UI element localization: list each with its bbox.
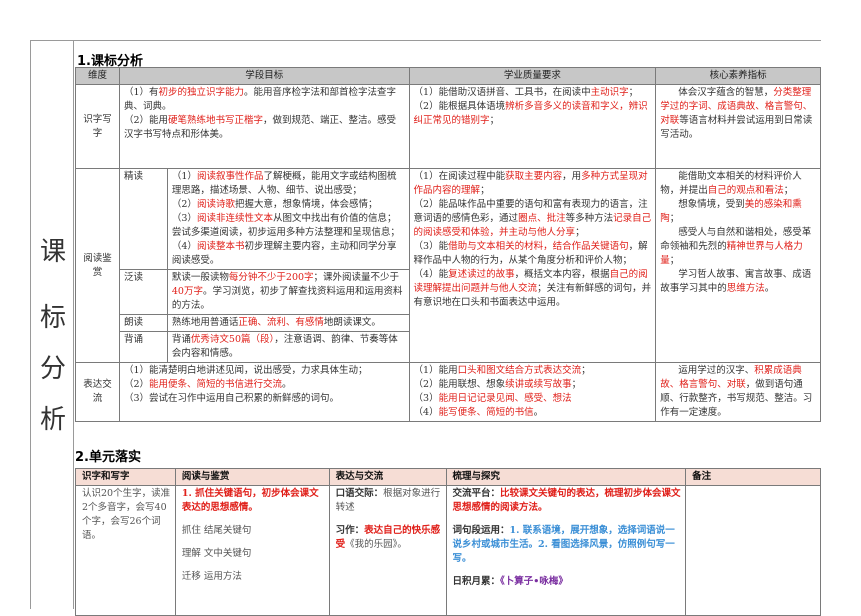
sub-dimension-cell: 朗读 [118,314,168,332]
dimension-cell: 识字写字 [75,84,120,169]
goal-item: （3）尝试在习作中运用自己积累的新鲜感的词句。 [123,393,339,404]
goal-item: （1）有初步的独立识字能力。能用音序检字法和部首检字法查字典、词典。 [123,87,397,112]
side-title-char: 分 [39,354,66,384]
langdu-cell: 熟练地用普通话正确、流利、有感情地朗读课文。 [166,314,410,332]
quality-cell: （1）能借助汉语拼音、工具书，在阅读中主动识字； （2）能根据具体语境辨析多音多… [408,84,657,169]
sub-dimension-cell: 泛读 [118,269,168,315]
header-yuedu: 阅读与鉴赏 [174,468,330,486]
goal-item: （4）阅读整本书初步理解主要内容，主动和同学分享阅读感受。 [171,241,397,266]
yuedu-cell: 1. 抓住关键语句，初步体会课文表达的思想感情。 抓住 结尾关键句 理解 文中关… [174,485,330,616]
xizuo: 习作：表达自己的快乐感受《我的乐园》。 [335,525,441,550]
biaoda-cell: 口语交际：根据对象进行转述 习作：表达自己的快乐感受《我的乐园》。 [328,485,447,616]
shuli-cell: 交流平台：比较课文关键句的表达，梳理初步体会课文思想感情的阅读方法。 词句段运用… [445,485,687,616]
jiaoliu-pingtai: 交流平台：比较课文关键句的表达，梳理初步体会课文思想感情的阅读方法。 [452,488,681,513]
header-dimension: 维度 [75,67,120,85]
header-shuli: 梳理与探究 [445,468,687,486]
core-item: 感受人与自然和谐相处，感受革命领袖和先烈的精神世界与人格力量； [660,227,812,266]
header-beizhu: 备注 [685,468,821,486]
section2-title: 2.单元落实 [75,450,141,465]
dimension-cell: 阅读鉴赏 [75,168,120,363]
quality-item: （1）在阅读过程中能获取主要内容，用多种方式呈现对作品内容的理解； [413,171,648,196]
core-cell: 体会汉字蕴含的智慧，分类整理学过的字词、成语典故、格言警句、对联等语言材料并尝试… [655,84,821,169]
goal-item: （2）能用便条、简短的书信进行交流。 [123,379,292,390]
quality-item: （2）能根据具体语境辨析多音多义的读音和字义，辨识纠正常见的错别字； [413,101,648,126]
side-title-column: 课 标 分 析 [31,41,74,609]
quality-item: （1）能用口头和图文结合方式表达交流； [413,365,591,376]
core-item: 学习哲人故事、寓言故事、成语故事学习其中的思维方法。 [660,269,812,294]
sub-dimension-cell: 背诵 [118,331,168,363]
header-shizi: 识字和写字 [75,468,176,486]
riji-yuelei: 日积月累：《卜算子•咏梅》 [452,576,568,587]
fandu-cell: 默读一般读物每分钟不少于200字；课外阅读量不少于40万字。学习浏览，初步了解查… [166,269,410,315]
goal-item: （3）阅读非连续性文本从图文中找出有价值的信息；尝试多渠道阅读，初步运用多种方法… [171,213,400,238]
core-item: 想象情境，受到美的感染和熏陶； [660,199,802,224]
table-row-biaoda: 表达交流 （1）能清楚明白地讲述见闻，说出感受，力求具体生动； （2）能用便条、… [75,362,821,422]
header-stage-goal: 学段目标 [118,67,410,85]
curriculum-analysis-table: 维度 学段目标 学业质量要求 核心素养指标 识字写字 （1）有初步的独立识字能力… [75,67,821,422]
quality-item: （2）能用联想、想象续讲或续写故事； [413,379,582,390]
header-quality: 学业质量要求 [408,67,657,85]
quality-item: （3）能用日记记录见闻、感受、想法 [413,393,572,404]
core-item: 能借助文本相关的材料评价人物，并提出自己的观点和看法； [660,171,802,196]
sub-dimension-cell: 精读 [118,168,168,270]
goal-item: （2）阅读诗歌把握大意，想象情境，体会感情； [171,199,378,210]
goal-item: （1）能清楚明白地讲述见闻，说出感受，力求具体生动； [123,365,368,376]
beizhu-cell [685,485,821,616]
yuedu-item: 迁移 运用方法 [181,571,242,582]
goal-item: （1）阅读叙事性作品了解梗概，能用文字或结构图梳理思路，描述场景、人物、细节、说… [171,171,397,196]
quality-item: （1）能借助汉语拼音、工具书，在阅读中主动识字； [413,87,639,98]
goal-item: （2）能用硬笔熟练地书写正楷字，做到规范、端正、整洁。感受汉字书写特点和形体美。 [123,115,397,140]
yuedu-item: 理解 文中关键句 [181,548,252,559]
side-title-char: 课 [39,237,66,267]
core-cell: 运用学过的汉字、积累成语典故、格言警句、对联，做到语句通顺、行款整齐，书写规范、… [655,362,821,422]
document-page: 课 标 分 析 1.课标分析 维度 学段目标 学业质量要求 核心素养指标 识字写… [30,40,821,616]
beisong-cell: 背诵优秀诗文50篇（段），注意语调、韵律、节奏等体会内容和情感。 [166,331,410,363]
jingdu-cell: （1）阅读叙事性作品了解梗概，能用文字或结构图梳理思路，描述场景、人物、细节、说… [166,168,410,270]
ciju-yunyong: 词句段运用：1. 联系语境，展开想象，选择词语说一说乡村或城市生活。2. 看图选… [452,525,675,564]
quality-item: （4）能写便条、简短的书信。 [413,407,544,418]
table-row-shizi: 识字写字 （1）有初步的独立识字能力。能用音序检字法和部首检字法查字典、词典。 … [75,84,821,169]
header-biaoda: 表达与交流 [328,468,447,486]
shizi-cell: 认识20个生字，读准2个多音字，会写40个字，会写26个词语。 [75,485,176,616]
side-title-char: 析 [39,405,66,435]
table-header-row: 维度 学段目标 学业质量要求 核心素养指标 [75,67,821,85]
table-header-row: 识字和写字 阅读与鉴赏 表达与交流 梳理与探究 备注 [75,468,821,486]
header-core: 核心素养指标 [655,67,821,85]
yuedu-item: 抓住 结尾关键句 [181,525,252,536]
quality-item: （2）能品味作品中重要的语句和富有表现力的语言，注意词语的感情色彩，通过圈点、批… [413,199,652,238]
quality-item: （4）能复述读过的故事，概括文本内容，根据自己的阅读理解提出问题并与他人交流；关… [413,269,652,308]
yuedu-heading: 1. 抓住关键语句，初步体会课文表达的思想感情。 [181,488,319,513]
table-row-yuedu: 阅读鉴赏 精读 （1）阅读叙事性作品了解梗概，能用文字或结构图梳理思路，描述场景… [75,168,821,363]
core-cell: 能借助文本相关的材料评价人物，并提出自己的观点和看法； 想象情境，受到美的感染和… [655,168,821,363]
quality-cell: （1）在阅读过程中能获取主要内容，用多种方式呈现对作品内容的理解； （2）能品味… [408,168,657,363]
goal-cell: （1）能清楚明白地讲述见闻，说出感受，力求具体生动； （2）能用便条、简短的书信… [118,362,410,422]
kouyu-jiaoji: 口语交际：根据对象进行转述 [335,488,441,513]
table-row: 认识20个生字，读准2个多音字，会写40个字，会写26个词语。 1. 抓住关键语… [75,485,821,616]
quality-item: （3）能借助与文本相关的材料，结合作品关键语句，解释作品中人物的行为，从某个角度… [413,241,648,266]
goal-cell: （1）有初步的独立识字能力。能用音序检字法和部首检字法查字典、词典。 （2）能用… [118,84,410,169]
side-title-char: 标 [39,303,66,333]
unit-implementation-table: 识字和写字 阅读与鉴赏 表达与交流 梳理与探究 备注 认识20个生字，读准2个多… [75,468,821,616]
quality-cell: （1）能用口头和图文结合方式表达交流； （2）能用联想、想象续讲或续写故事； （… [408,362,657,422]
dimension-cell: 表达交流 [75,362,120,422]
